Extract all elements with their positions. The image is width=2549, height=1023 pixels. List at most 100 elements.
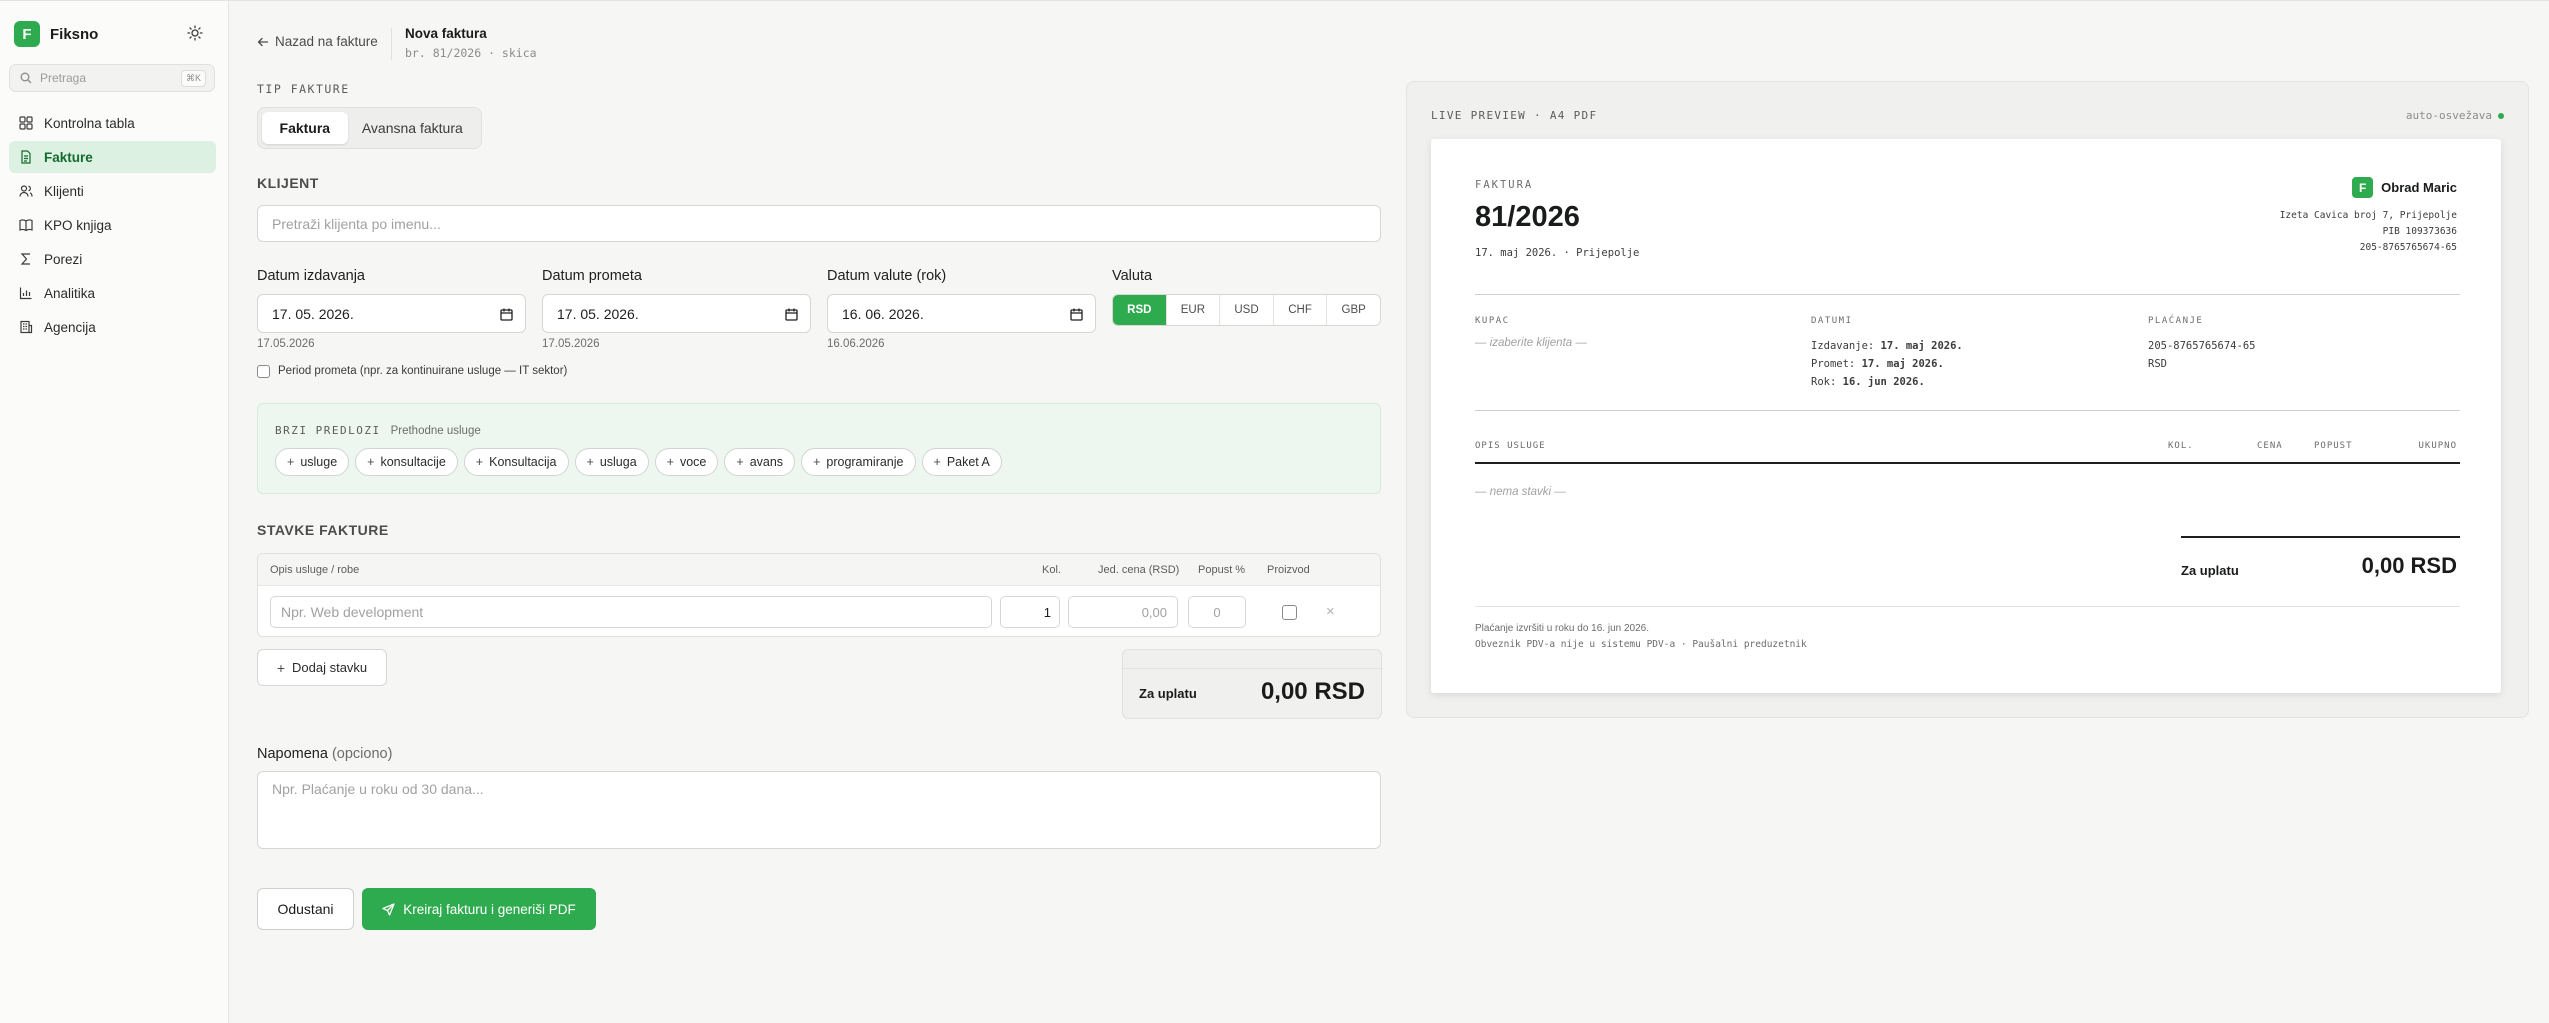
sidebar-item-kontrolna-tabla[interactable]: Kontrolna tabla bbox=[9, 107, 216, 139]
create-invoice-label: Kreiraj fakturu i generiši PDF bbox=[403, 901, 576, 917]
item-product-checkbox[interactable] bbox=[1282, 605, 1297, 620]
sidebar-item-label: Klijenti bbox=[44, 183, 84, 199]
tab-avansna-faktura[interactable]: Avansna faktura bbox=[348, 112, 477, 144]
issuer-details: Izeta Cavica broj 7, Prijepolje PIB 1093… bbox=[2280, 208, 2457, 256]
issue-date-value: 17. 05. 2026. bbox=[272, 305, 354, 322]
currency-option-usd[interactable]: USD bbox=[1219, 295, 1273, 325]
suggestion-chip[interactable]: + usluge bbox=[275, 448, 350, 476]
note-placeholder: Npr. Plaćanje u roku od 30 dana... bbox=[272, 781, 484, 797]
page-subtitle: br. 81/2026 · skica bbox=[405, 46, 537, 60]
due-date-helper: 16.06.2026 bbox=[827, 338, 885, 350]
sidebar-item-label: Agencija bbox=[44, 319, 96, 335]
buyer-label: KUPAC bbox=[1475, 316, 1510, 326]
currency-label: Valuta bbox=[1112, 268, 1153, 284]
payment-label: PLAĆANJE bbox=[2148, 316, 2204, 326]
tab-faktura[interactable]: Faktura bbox=[262, 112, 348, 144]
sidebar-item-fakture[interactable]: Fakture bbox=[9, 141, 216, 173]
suggestion-chip[interactable]: + usluga bbox=[574, 448, 649, 476]
item-description-placeholder: Npr. Web development bbox=[281, 604, 424, 620]
invoice-type-label: TIP FAKTURE bbox=[257, 82, 350, 96]
service-value: 17. maj 2026. bbox=[1861, 358, 1944, 370]
page-title: Nova faktura bbox=[405, 26, 487, 41]
item-quantity-input[interactable]: 1 bbox=[1000, 596, 1060, 628]
chip-label: usluga bbox=[599, 455, 637, 469]
suggestion-chip[interactable]: + konsultacije bbox=[355, 448, 458, 476]
sidebar-item-label: Analitika bbox=[44, 285, 96, 301]
arrow-left-icon bbox=[257, 37, 269, 46]
suggestion-chip[interactable]: + Paket A bbox=[921, 448, 1002, 476]
suggestion-chip[interactable]: + avans bbox=[724, 448, 796, 476]
issue-date-input[interactable]: 17. 05. 2026. bbox=[257, 294, 526, 333]
due-date-value: 16. 06. 2026. bbox=[842, 305, 924, 322]
app-logo: F bbox=[14, 21, 40, 47]
theme-toggle-button[interactable] bbox=[185, 23, 205, 43]
item-price-placeholder: 0,00 bbox=[1141, 604, 1167, 620]
doc-date-place: 17. maj 2026. · Prijepolje bbox=[1475, 247, 1640, 259]
period-checkbox[interactable] bbox=[257, 365, 270, 378]
col-discount: POPUST bbox=[2314, 441, 2353, 451]
chip-label: konsultacije bbox=[380, 455, 446, 469]
create-invoice-button[interactable]: Kreiraj fakturu i generiši PDF bbox=[362, 888, 596, 930]
brand[interactable]: F Fiksno bbox=[14, 21, 98, 47]
sidebar-item-label: Porezi bbox=[44, 251, 83, 267]
item-description-input[interactable]: Npr. Web development bbox=[270, 596, 992, 628]
issuer-address: Izeta Cavica broj 7, Prijepolje bbox=[2279, 210, 2457, 221]
currency-option-eur[interactable]: EUR bbox=[1165, 295, 1220, 325]
suggestion-chip[interactable]: + voce bbox=[654, 448, 719, 476]
doc-footer-tax: Obveznik PDV-a nije u sistemu PDV-a · Pa… bbox=[1475, 639, 1807, 650]
calendar-icon[interactable] bbox=[500, 308, 513, 321]
live-preview-panel: LIVE PREVIEW · A4 PDF auto-osvežava FAKT… bbox=[1406, 81, 2529, 718]
status-dot bbox=[2498, 112, 2504, 119]
back-link[interactable]: Nazad na fakture bbox=[257, 34, 378, 49]
total-rule bbox=[2181, 536, 2460, 538]
doc-kind: FAKTURA bbox=[1475, 179, 1534, 191]
suggestion-chip[interactable]: + programiranje bbox=[801, 448, 916, 476]
currency-option-chf[interactable]: CHF bbox=[1272, 295, 1327, 325]
item-quantity-value: 1 bbox=[1043, 604, 1051, 620]
sidebar-item-label: Fakture bbox=[44, 149, 93, 165]
sidebar-item-label: KPO knjiga bbox=[44, 217, 112, 233]
item-discount-input[interactable]: 0 bbox=[1188, 596, 1246, 628]
client-search-input[interactable]: Pretraži klijenta po imenu... bbox=[257, 205, 1381, 242]
sidebar-nav: Kontrolna tabla Fakture Klijenti KPO knj… bbox=[9, 107, 216, 345]
period-checkbox-label: Period prometa (npr. za kontinuirane usl… bbox=[278, 365, 568, 377]
service-date-input[interactable]: 17. 05. 2026. bbox=[542, 294, 811, 333]
preview-title: LIVE PREVIEW · A4 PDF bbox=[1431, 109, 1598, 122]
search-icon bbox=[20, 72, 32, 84]
currency-option-gbp[interactable]: GBP bbox=[1326, 295, 1380, 325]
currency-selector: RSD EUR USD CHF GBP bbox=[1112, 294, 1381, 326]
sidebar-item-agencija[interactable]: Agencija bbox=[9, 311, 216, 343]
note-textarea[interactable]: Npr. Plaćanje u roku od 30 dana... bbox=[257, 771, 1381, 849]
search-box[interactable]: Pretraga ⌘K bbox=[9, 64, 215, 92]
due-date-input[interactable]: 16. 06. 2026. bbox=[827, 294, 1096, 333]
total-divider bbox=[1123, 668, 1383, 669]
sidebar-item-analitika[interactable]: Analitika bbox=[9, 277, 216, 309]
add-item-label: Dodaj stavku bbox=[292, 660, 368, 675]
chip-label: programiranje bbox=[826, 455, 904, 469]
note-label: Napomena (opciono) bbox=[257, 746, 392, 762]
item-price-input[interactable]: 0,00 bbox=[1068, 596, 1178, 628]
sidebar-item-klijenti[interactable]: Klijenti bbox=[9, 175, 216, 207]
total-label: Za uplatu bbox=[1139, 686, 1197, 701]
service-date-value: 17. 05. 2026. bbox=[557, 305, 639, 322]
issuer-pib: PIB 109373636 bbox=[2382, 226, 2457, 237]
total-summary: Za uplatu 0,00 RSD bbox=[1122, 649, 1383, 719]
suggestion-chip[interactable]: + Konsultacija bbox=[463, 448, 569, 476]
col-qty: KOL. bbox=[2168, 441, 2194, 451]
sidebar-item-kpo-knjiga[interactable]: KPO knjiga bbox=[9, 209, 216, 241]
calendar-icon[interactable] bbox=[1070, 308, 1083, 321]
add-item-button[interactable]: + Dodaj stavku bbox=[257, 649, 387, 686]
col-qty-header: Kol. bbox=[1042, 564, 1061, 576]
issue-date-helper: 17.05.2026 bbox=[257, 338, 315, 350]
app-name: Fiksno bbox=[50, 25, 99, 43]
doc-total-value: 0,00 RSD bbox=[2361, 553, 2457, 578]
cancel-button[interactable]: Odustani bbox=[257, 888, 354, 930]
sidebar-item-porezi[interactable]: Porezi bbox=[9, 243, 216, 275]
remove-item-button[interactable]: × bbox=[1326, 603, 1335, 620]
invoice-paper: FAKTURA 81/2026 17. maj 2026. · Prijepol… bbox=[1431, 139, 2501, 693]
service-date-label: Datum prometa bbox=[542, 268, 642, 284]
issuer-header: F Obrad Maric bbox=[2352, 177, 2457, 198]
currency-option-rsd[interactable]: RSD bbox=[1113, 295, 1166, 325]
col-desc-header: Opis usluge / robe bbox=[270, 564, 360, 576]
calendar-icon[interactable] bbox=[785, 308, 798, 321]
